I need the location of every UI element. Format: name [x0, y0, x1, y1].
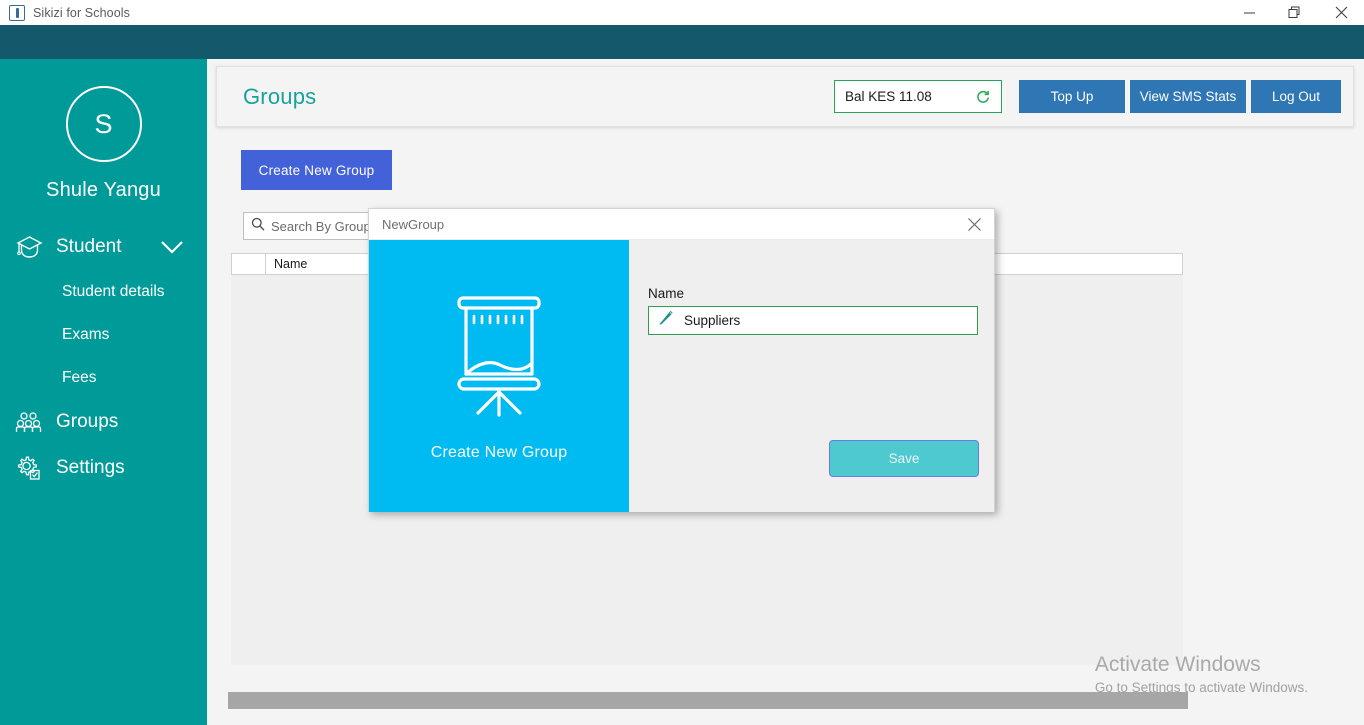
- name-field[interactable]: Suppliers: [648, 306, 978, 335]
- sidebar: S Shule Yangu Student Student details Ex…: [0, 59, 207, 725]
- chevron-down-icon[interactable]: [159, 239, 185, 255]
- dialog-body: Create New Group Name Suppliers Save: [369, 240, 994, 512]
- sidebar-item-label: Fees: [62, 368, 97, 386]
- application-window: Sikizi for Schools S Shule Yangu Student…: [0, 0, 1364, 725]
- sidebar-item-label: Groups: [56, 411, 119, 432]
- sidebar-item-student[interactable]: Student: [0, 224, 207, 270]
- sidebar-nav: Student Student details Exams Fees Group…: [0, 224, 207, 491]
- create-new-group-button[interactable]: Create New Group: [241, 150, 392, 190]
- balance-text: Bal KES 11.08: [845, 89, 932, 104]
- window-titlebar: Sikizi for Schools: [0, 0, 1364, 25]
- sidebar-item-groups[interactable]: Groups: [0, 399, 207, 445]
- dialog-title: NewGroup: [382, 216, 445, 232]
- dialog-form-panel: Name Suppliers Save: [629, 240, 994, 512]
- flipchart-easel-icon: [440, 291, 558, 424]
- refresh-icon[interactable]: [975, 89, 991, 105]
- search-icon: [251, 217, 265, 236]
- top-accent-band: [0, 25, 1364, 59]
- dialog-illustration-panel: Create New Group: [369, 240, 629, 512]
- restore-icon[interactable]: [1272, 0, 1318, 25]
- window-controls: [1226, 0, 1364, 25]
- dialog-titlebar: NewGroup: [369, 209, 994, 240]
- name-field-value: Suppliers: [684, 313, 741, 328]
- dialog-panel-caption: Create New Group: [430, 443, 568, 461]
- close-icon[interactable]: [1318, 0, 1364, 25]
- watermark-title: Activate Windows: [1094, 653, 1261, 676]
- app-icon: [9, 4, 25, 21]
- sidebar-item-exams[interactable]: Exams: [0, 313, 207, 356]
- view-sms-stats-button[interactable]: View SMS Stats: [1130, 80, 1246, 113]
- minimize-icon[interactable]: [1226, 0, 1272, 25]
- sidebar-user-name: Shule Yangu: [46, 179, 161, 201]
- close-icon[interactable]: [954, 209, 994, 240]
- sidebar-item-fees[interactable]: Fees: [0, 356, 207, 399]
- page-title: Groups: [243, 83, 317, 109]
- page-header: Groups Bal KES 11.08 Top Up View SMS Sta…: [216, 66, 1354, 127]
- pencil-icon: [657, 309, 675, 332]
- table-column-select: [232, 254, 266, 274]
- graduation-cap-icon: [10, 231, 48, 263]
- save-button[interactable]: Save: [829, 440, 979, 477]
- avatar: S: [65, 86, 142, 162]
- gear-icon: [10, 452, 48, 484]
- avatar-initial: S: [94, 108, 113, 139]
- scrollbar-thumb[interactable]: [228, 692, 1188, 709]
- windows-activation-watermark: Activate Windows Go to Settings to activ…: [1095, 653, 1308, 695]
- sidebar-item-label: Student details: [62, 282, 165, 300]
- sidebar-item-label: Exams: [62, 325, 110, 343]
- balance-display[interactable]: Bal KES 11.08: [834, 80, 1002, 113]
- header-actions: Bal KES 11.08 Top Up View SMS Stats Log …: [834, 80, 1341, 113]
- people-group-icon: [10, 406, 48, 438]
- horizontal-scrollbar[interactable]: [228, 692, 1356, 709]
- sidebar-item-settings[interactable]: Settings: [0, 445, 207, 491]
- new-group-dialog: NewGroup Create New Group Name Suppliers…: [368, 208, 995, 512]
- window-title: Sikizi for Schools: [33, 5, 130, 20]
- sidebar-item-label: Student: [56, 236, 122, 257]
- name-field-label: Name: [648, 286, 685, 301]
- top-up-button[interactable]: Top Up: [1019, 80, 1125, 113]
- log-out-button[interactable]: Log Out: [1251, 80, 1341, 113]
- sidebar-item-label: Settings: [56, 457, 125, 478]
- sidebar-item-student-details[interactable]: Student details: [0, 270, 207, 313]
